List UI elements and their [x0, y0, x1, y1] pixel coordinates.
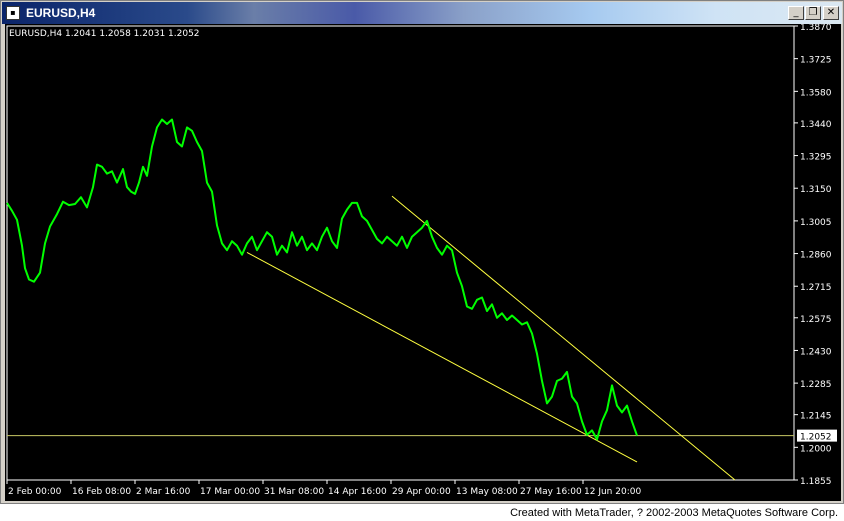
trendline-2	[391, 195, 736, 481]
restore-button[interactable]: ❐	[805, 6, 821, 20]
y-tick-label: 1.2715	[800, 283, 832, 293]
x-tick-label: 14 Apr 16:00	[328, 487, 387, 497]
x-tick-label: 27 May 16:00	[520, 487, 582, 497]
close-icon: ✕	[826, 7, 836, 18]
y-tick-label: 1.3005	[800, 218, 832, 228]
y-tick-label: 1.2575	[800, 315, 832, 325]
chart-area[interactable]: 1.3870 1.3725 1.3580 1.3440 1.3295 1.3150 1.30…	[5, 24, 841, 501]
x-tick-label: 16 Feb 08:00	[72, 487, 131, 497]
y-tick-label: 1.2860	[800, 251, 832, 261]
y-tick-label: 1.1855	[800, 477, 832, 487]
window-title: EURUSD,H4	[26, 6, 96, 20]
trendline-1	[246, 251, 638, 463]
title-bar[interactable]: ▪ EURUSD,H4 _ ❐ ✕	[2, 2, 842, 24]
x-tick-label: 29 Apr 00:00	[392, 487, 451, 497]
y-tick-label: 1.3870	[800, 24, 832, 33]
y-tick-label: 1.3295	[800, 153, 832, 163]
y-tick-label: 1.2285	[800, 380, 832, 390]
symbol-info-label: EURUSD,H4 1.2041 1.2058 1.2031 1.2052	[9, 29, 200, 39]
y-tick-label: 1.3440	[800, 120, 832, 130]
footer-credit: Created with MetaTrader, ? 2002-2003 Met…	[510, 507, 838, 519]
minimize-icon: _	[793, 7, 799, 18]
y-tick-label: 1.2145	[800, 412, 832, 422]
plot-frame	[6, 25, 795, 481]
price-series-line	[6, 118, 638, 441]
y-tick-label: 1.3580	[800, 88, 832, 98]
price-chart[interactable]: 1.3870 1.3725 1.3580 1.3440 1.3295 1.3150 1.30…	[5, 24, 841, 501]
chart-window: ▪ EURUSD,H4 _ ❐ ✕ 1.3870 1.3725 1.3580 1.34…	[0, 0, 844, 504]
restore-icon: ❐	[808, 7, 818, 18]
x-tick-label: 13 May 08:00	[456, 487, 518, 497]
y-tick-label: 1.3150	[800, 185, 832, 195]
y-tick-label: 1.2430	[800, 347, 832, 357]
minimize-button[interactable]: _	[788, 6, 804, 20]
x-tick-label: 12 Jun 20:00	[584, 487, 641, 497]
x-tick-label: 2 Feb 00:00	[8, 487, 62, 497]
x-tick-label: 31 Mar 08:00	[264, 487, 324, 497]
y-tick-label: 1.2000	[800, 444, 832, 454]
close-button[interactable]: ✕	[823, 6, 839, 20]
x-tick-label: 2 Mar 16:00	[136, 487, 191, 497]
y-tick-label: 1.3725	[800, 56, 832, 66]
chart-window-icon[interactable]: ▪	[6, 6, 20, 20]
current-price-label: 1.2052	[800, 433, 832, 443]
x-tick-label: 17 Mar 00:00	[200, 487, 260, 497]
